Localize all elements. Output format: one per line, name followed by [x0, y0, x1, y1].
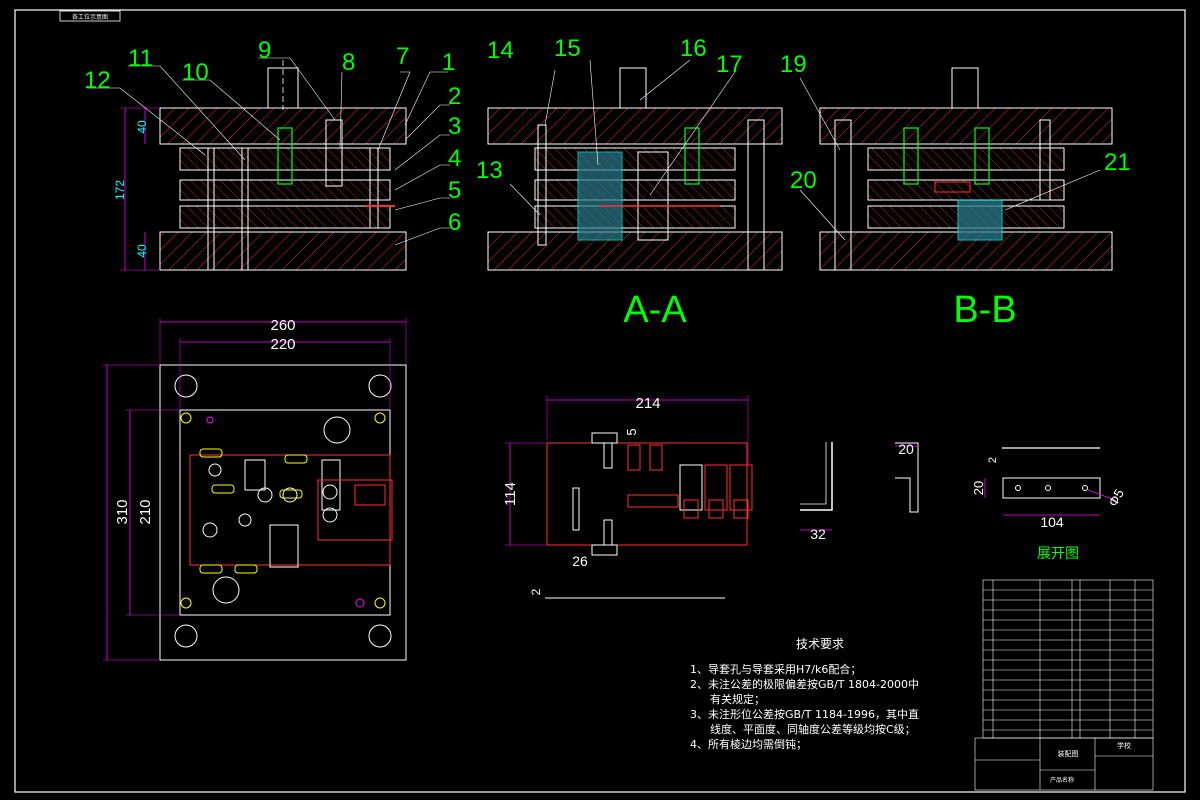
- tech-item-4: 4、所有棱边均需倒钝；: [690, 738, 807, 751]
- title-scale-label: 产品名称: [1050, 776, 1074, 784]
- dim-strip-height: 114: [502, 482, 519, 506]
- part-label-20: 20: [790, 167, 817, 194]
- part-label-13: 13: [476, 157, 503, 184]
- front-view: [159, 60, 407, 271]
- part-label-9: 9: [258, 37, 271, 64]
- bottom-plate: [159, 231, 407, 271]
- technical-requirements: 技术要求 1、导套孔与导套采用H7/k6配合； 2、未注公差的极限偏差按GB/T…: [690, 637, 930, 752]
- dim-plan-height-outer: 310: [114, 499, 131, 524]
- section-label-aa: A-A: [623, 289, 687, 331]
- dim-plan-height-inner: 210: [137, 499, 154, 524]
- dim-top-plate: 40: [135, 120, 149, 134]
- dim-unfold-20: 20: [971, 481, 986, 495]
- dim-strip-5: 5: [624, 428, 639, 435]
- dim-bottom-plate: 40: [135, 244, 149, 258]
- dim-plan-width-outer: 260: [270, 317, 295, 334]
- section-bb: [799, 67, 1113, 271]
- plan-view: [159, 364, 407, 661]
- cad-drawing: 各工位示意图 172 40 40 12 11 10 9 8 7 1 2 3 4 …: [14, 9, 1186, 793]
- top-plate: [159, 107, 407, 145]
- title-drawing-name: 装配图: [1058, 749, 1079, 758]
- dim-strip-width: 214: [635, 395, 660, 412]
- part-label-1: 1: [442, 49, 455, 76]
- part-label-3: 3: [448, 113, 461, 140]
- dim-unfold-2: 2: [987, 457, 999, 463]
- part-label-15: 15: [554, 35, 581, 62]
- part-label-12: 12: [84, 67, 111, 94]
- section-label-bb: B-B: [953, 289, 1016, 331]
- tech-item-3-cont: 线度、平面度、同轴度公差等级均按C级；: [710, 723, 916, 736]
- dim-unfold-hole: Φ5: [1105, 486, 1127, 509]
- unfold-title: 展开图: [1037, 546, 1079, 562]
- tech-item-2: 2、未注公差的极限偏差按GB/T 1804-2000中: [690, 678, 919, 691]
- dim-front-height: 172: [113, 180, 127, 200]
- part-label-6: 6: [448, 209, 461, 236]
- part-label-11: 11: [128, 45, 153, 72]
- dim-strip-26: 26: [572, 553, 588, 569]
- dim-unfold-104: 104: [1040, 514, 1064, 530]
- title-company: 学校: [1117, 741, 1131, 750]
- dim-strip-thick: 2: [529, 588, 543, 595]
- strip-layout: 214 114 5 26 2: [502, 395, 753, 599]
- plan-dims: 260 220 310 210: [103, 317, 407, 661]
- corner-tag: 各工位示意图: [72, 13, 108, 21]
- die-plate: [179, 205, 391, 229]
- tech-item-2-cont: 有关规定；: [710, 693, 765, 706]
- dim-bend-32: 32: [810, 526, 826, 542]
- dim-bend-20: 20: [898, 441, 914, 457]
- part-label-16: 16: [680, 35, 707, 62]
- tech-title: 技术要求: [795, 637, 844, 651]
- part-label-19: 19: [780, 51, 807, 78]
- tech-item-1: 1、导套孔与导套采用H7/k6配合；: [690, 663, 862, 676]
- part-label-5: 5: [448, 177, 461, 204]
- tech-item-3: 3、未注形位公差按GB/T 1184-1996，其中直: [690, 708, 919, 721]
- part-label-8: 8: [342, 49, 355, 76]
- part-label-14: 14: [487, 37, 514, 64]
- part-label-7: 7: [396, 43, 409, 70]
- part-label-2: 2: [448, 83, 461, 110]
- part-label-10: 10: [182, 59, 209, 86]
- dim-plan-width-inner: 220: [270, 336, 295, 353]
- part-label-21: 21: [1104, 149, 1131, 176]
- part-label-4: 4: [448, 145, 461, 172]
- upper-backing-plate: [179, 147, 391, 171]
- unfold-view: [984, 447, 1116, 516]
- part-label-17: 17: [716, 51, 743, 78]
- front-dims: 172 40 40: [113, 107, 160, 271]
- section-aa: [487, 59, 783, 271]
- stripper-plate: [179, 179, 391, 201]
- bom-table: [974, 579, 1154, 791]
